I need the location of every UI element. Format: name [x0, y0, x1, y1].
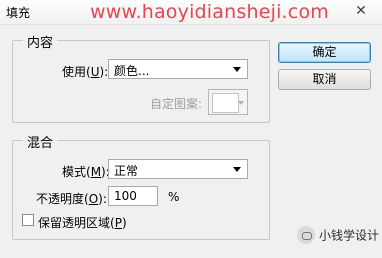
use-select-value: 颜色...	[114, 64, 150, 78]
watermark-url: www.haoyidiansheji.com	[90, 1, 329, 23]
logo-text: 小钱学设计	[319, 228, 380, 243]
chevron-down-icon	[233, 67, 241, 72]
watermark-logo: 小钱学设计	[297, 226, 379, 250]
opacity-input[interactable]: 100	[108, 186, 158, 206]
content-legend: 内容	[23, 32, 58, 51]
mode-select-value: 正常	[114, 164, 139, 178]
use-select[interactable]: 颜色...	[108, 59, 248, 79]
ok-button[interactable]: 确定	[278, 42, 371, 63]
blend-legend: 混合	[23, 132, 58, 151]
title-bar: 填充 www.haoyidiansheji.com ✕	[0, 0, 382, 25]
opacity-unit: %	[168, 190, 180, 204]
chevron-down-icon	[233, 167, 241, 172]
chevron-down-icon	[238, 101, 244, 105]
custom-pattern-label: 自定图案:	[150, 97, 203, 111]
use-label: 使用(U):	[62, 65, 109, 79]
opacity-value: 100	[114, 189, 137, 203]
chat-icon	[297, 226, 315, 244]
cancel-button[interactable]: 取消	[278, 69, 371, 90]
close-icon[interactable]: ✕	[352, 3, 370, 19]
preserve-transparency-label[interactable]: 保留透明区域(P)	[38, 214, 127, 231]
preserve-transparency-checkbox[interactable]	[22, 214, 34, 226]
pattern-swatch	[212, 93, 239, 113]
opacity-label: 不透明度(O):	[36, 192, 107, 206]
dialog-title: 填充	[6, 6, 31, 20]
mode-select[interactable]: 正常	[108, 159, 248, 179]
custom-pattern-picker[interactable]	[208, 89, 248, 115]
mode-label: 模式(M):	[62, 165, 110, 179]
